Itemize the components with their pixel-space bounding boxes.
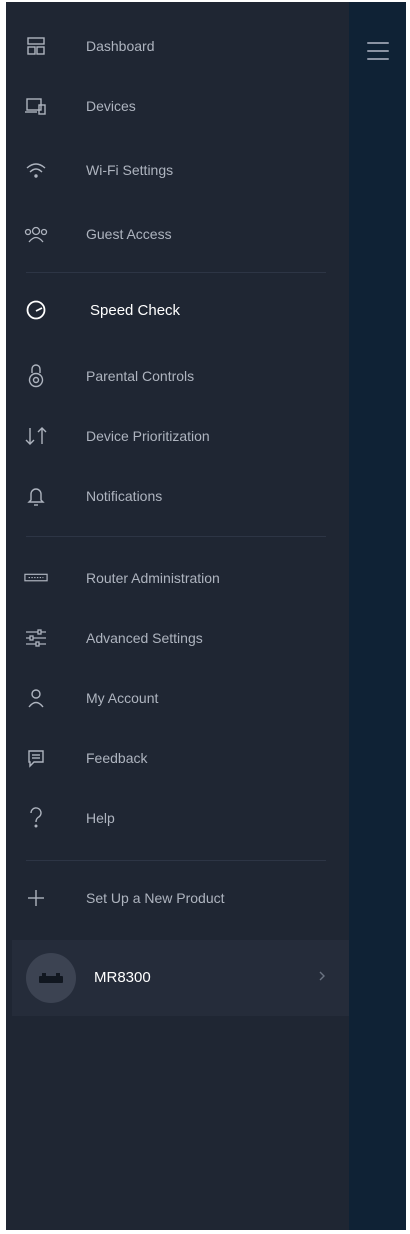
speedometer-icon (24, 298, 48, 322)
menu-label: Router Administration (86, 570, 220, 586)
divider (26, 272, 326, 273)
product-row[interactable]: MR8300 (12, 940, 349, 1016)
content-panel (349, 2, 406, 1230)
menu-label: My Account (86, 690, 159, 706)
menu-item-setup-new-product[interactable]: Set Up a New Product (6, 878, 349, 918)
chevron-right-icon (318, 970, 326, 982)
user-icon (24, 686, 48, 710)
menu-item-devices[interactable]: Devices (6, 86, 349, 126)
product-name: MR8300 (94, 969, 151, 986)
lock-icon (24, 364, 48, 388)
menu-item-help[interactable]: Help (6, 798, 349, 838)
menu-item-dashboard[interactable]: Dashboard (6, 26, 349, 66)
sliders-icon (24, 626, 48, 650)
menu-label: Speed Check (90, 301, 181, 319)
menu-item-speed-check[interactable]: Speed Check (6, 290, 349, 330)
menu-label: Advanced Settings (86, 630, 203, 646)
menu-label: Guest Access (86, 226, 172, 242)
plus-icon (24, 886, 48, 910)
menu-item-notifications[interactable]: Notifications (6, 476, 349, 516)
menu-label: Notifications (86, 488, 163, 504)
menu-label: Parental Controls (86, 368, 195, 384)
router-device-icon (26, 953, 76, 1003)
router-icon (24, 566, 48, 590)
chat-icon (24, 746, 48, 770)
wifi-icon (24, 158, 48, 182)
devices-icon (24, 94, 48, 118)
hamburger-icon[interactable] (367, 42, 389, 60)
menu-item-device-prioritization[interactable]: Device Prioritization (6, 416, 349, 456)
question-icon (24, 806, 48, 830)
menu-label: Feedback (86, 750, 148, 766)
menu-item-parental-controls[interactable]: Parental Controls (6, 356, 349, 396)
menu-label: Dashboard (86, 38, 155, 54)
menu-item-wifi-settings[interactable]: Wi-Fi Settings (6, 150, 349, 190)
dashboard-icon (24, 34, 48, 58)
menu-item-guest-access[interactable]: Guest Access (6, 214, 349, 254)
menu-label: Devices (86, 98, 136, 114)
divider (26, 860, 326, 861)
menu-item-my-account[interactable]: My Account (6, 678, 349, 718)
menu-label: Wi-Fi Settings (86, 162, 174, 178)
menu-item-feedback[interactable]: Feedback (6, 738, 349, 778)
guest-icon (24, 222, 48, 246)
menu-item-advanced-settings[interactable]: Advanced Settings (6, 618, 349, 658)
menu-label: Device Prioritization (86, 428, 210, 444)
menu-label: Set Up a New Product (86, 890, 225, 906)
menu-label: Help (86, 810, 115, 826)
arrows-icon (24, 424, 48, 448)
menu-item-router-administration[interactable]: Router Administration (6, 558, 349, 598)
bell-icon (24, 484, 48, 508)
divider (26, 536, 326, 537)
app-frame: Dashboard Devices Wi-Fi Settings Guest A… (6, 2, 406, 1230)
